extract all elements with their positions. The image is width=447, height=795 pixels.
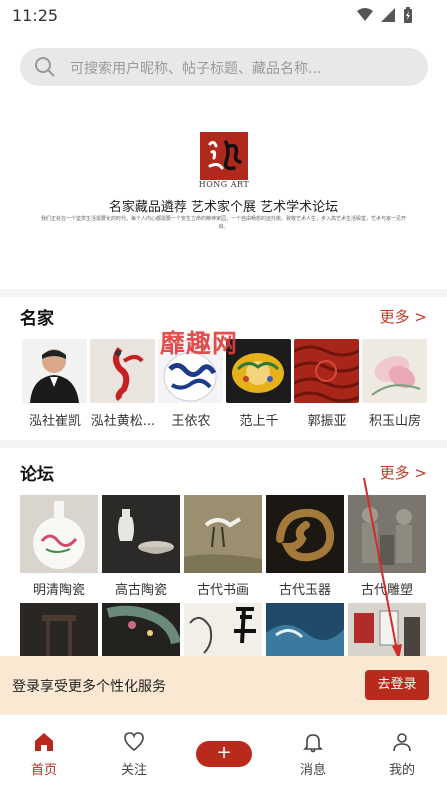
home-icon — [35, 733, 53, 751]
artist-thumbnail — [22, 339, 87, 403]
wifi-icon — [357, 8, 373, 21]
watermark: 靡趣网 — [160, 329, 239, 358]
post-plus-button[interactable]: + — [196, 741, 252, 767]
artist-name: 王依农 — [171, 414, 211, 429]
banner-intro: 我们正处在一个鉴赏生活需要化的时代，每个人内心都需要一个安生立命的精神家园，一个… — [40, 216, 406, 230]
tab-label: 首页 — [30, 763, 57, 778]
tab-follow[interactable]: 关注 — [104, 731, 164, 778]
artist-card[interactable]: 积玉山房 — [362, 339, 427, 429]
forum-category-card[interactable]: 明清陶瓷 — [20, 495, 98, 598]
bottom-tab-bar: 首页 关注 + 消息 我的 — [0, 714, 447, 795]
forum-category-card[interactable] — [102, 603, 180, 658]
battery-icon — [404, 7, 412, 23]
user-icon — [393, 733, 411, 752]
artist-name: 范上千 — [239, 414, 279, 429]
forum-thumbnail — [184, 603, 262, 658]
tab-messages[interactable]: 消息 — [283, 731, 343, 778]
forum-category-label: 高古陶瓷 — [114, 583, 167, 598]
forum-more-link[interactable]: 更多 > — [380, 462, 427, 483]
login-prompt-text: 登录享受更多个性化服务 — [12, 679, 166, 695]
status-time: 11:25 — [12, 6, 59, 25]
tab-home[interactable]: 首页 — [14, 731, 74, 778]
forum-thumbnail — [348, 603, 426, 658]
forum-category-label: 古代玉器 — [278, 583, 331, 598]
artist-name: 郭振亚 — [307, 414, 347, 429]
artist-card[interactable]: 泓社崔凯 — [22, 339, 87, 429]
artist-name: 泓社崔凯 — [28, 414, 81, 429]
forum-category-label: 古代雕塑 — [360, 583, 413, 598]
search-bar[interactable]: 可搜索用户昵称、帖子标题、藏品名称... — [20, 48, 428, 86]
search-icon — [35, 57, 55, 77]
tab-label: 消息 — [299, 763, 326, 778]
forum-category-label: 古代书画 — [196, 583, 249, 598]
forum-thumbnail — [102, 495, 180, 573]
forum-thumbnail — [266, 495, 344, 573]
status-bar: 11:25 — [0, 0, 447, 34]
artist-name: 泓社黄松... — [90, 414, 156, 429]
bell-icon — [303, 734, 323, 753]
forum-thumbnail — [102, 603, 180, 658]
heart-icon — [124, 732, 144, 752]
hong-art-logo — [200, 132, 248, 180]
artists-more-link[interactable]: 更多 > — [380, 306, 427, 327]
forum-category-card[interactable]: 高古陶瓷 — [102, 495, 180, 598]
forum-thumbnail — [20, 495, 98, 573]
artist-card[interactable]: 泓社黄松... — [90, 339, 155, 429]
forum-section-title: 论坛 — [20, 465, 54, 485]
tab-profile[interactable]: 我的 — [372, 731, 432, 778]
artist-card[interactable]: 郭振亚 — [294, 339, 359, 429]
forum-category-card[interactable] — [184, 603, 262, 658]
forum-category-card[interactable] — [20, 603, 98, 658]
section-divider — [0, 440, 447, 448]
signal-icon — [381, 8, 395, 22]
forum-thumbnail — [184, 495, 262, 573]
artist-thumbnail — [362, 339, 427, 403]
tab-label: 我的 — [388, 763, 415, 778]
forum-category-card[interactable] — [266, 603, 344, 658]
logo-text: HONG ART — [198, 180, 250, 189]
artist-thumbnail — [90, 339, 155, 403]
login-prompt-banner: 登录享受更多个性化服务 去登录 — [0, 656, 447, 714]
artists-section-title: 名家 — [20, 309, 54, 329]
status-icons — [357, 7, 413, 23]
forum-category-card[interactable]: 古代书画 — [184, 495, 262, 598]
banner-slogan: 名家藏品遴荐 艺术家个展 艺术学术论坛 — [108, 200, 339, 215]
forum-category-card[interactable]: 古代玉器 — [266, 495, 344, 598]
forum-thumbnail — [20, 603, 98, 658]
section-divider — [0, 289, 447, 297]
login-button[interactable]: 去登录 — [365, 670, 429, 700]
artist-thumbnail — [294, 339, 359, 403]
forum-thumbnail — [348, 495, 426, 573]
forum-category-card[interactable]: 古代雕塑 — [348, 495, 426, 598]
artist-name: 积玉山房 — [368, 414, 421, 429]
forum-category-label: 明清陶瓷 — [32, 583, 85, 598]
forum-category-card[interactable] — [348, 603, 426, 658]
tab-label: 关注 — [120, 763, 147, 778]
forum-thumbnail — [266, 603, 344, 658]
banner[interactable]: HONG ART 名家藏品遴荐 艺术家个展 艺术学术论坛 我们正处在一个鉴赏生活… — [0, 100, 447, 286]
search-placeholder: 可搜索用户昵称、帖子标题、藏品名称... — [70, 61, 322, 77]
